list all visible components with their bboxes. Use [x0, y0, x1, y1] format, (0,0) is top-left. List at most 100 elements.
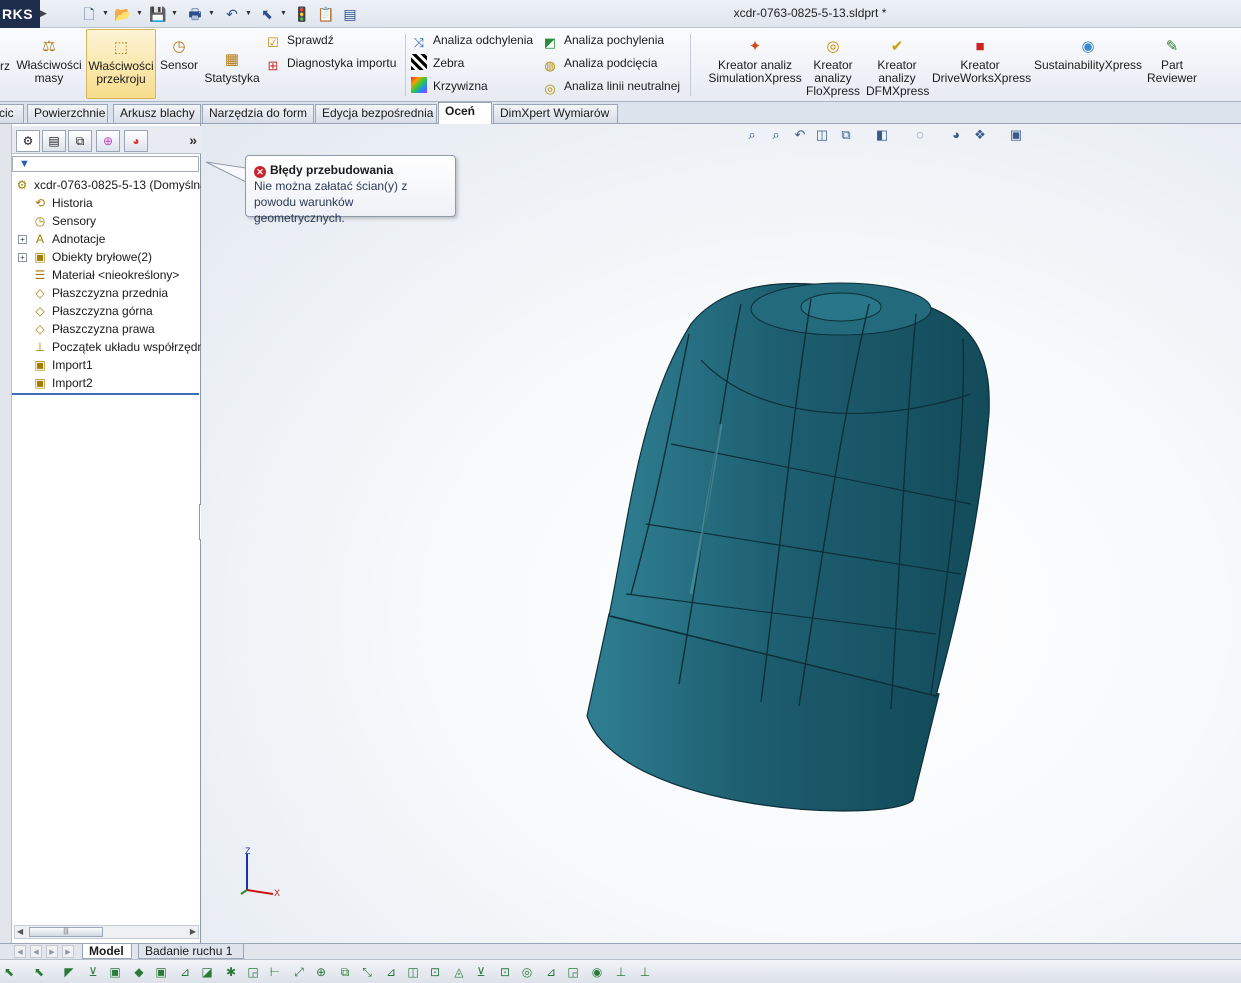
- bottom-tool-icon[interactable]: ◬: [450, 963, 468, 981]
- bottom-tool-icon[interactable]: ⤡: [358, 963, 376, 981]
- graphics-area[interactable]: ⌕ ⌕ ↶ ◫ ⧉ ◧ ◌ ◕ ❖ ▣ Z X: [201, 124, 1241, 943]
- scroll-right-icon[interactable]: ▶: [190, 926, 196, 938]
- tree-filter-field[interactable]: ▼: [12, 156, 199, 172]
- panel-more-icon[interactable]: »: [189, 132, 197, 148]
- bottom-tool-icon[interactable]: ▣: [152, 963, 170, 981]
- tab-3[interactable]: Narzędzia do form: [202, 104, 314, 123]
- bottom-tool-icon[interactable]: ◤: [60, 963, 78, 981]
- tab-0[interactable]: cic: [0, 104, 24, 123]
- tree-item-top-plane[interactable]: ◇ Płaszczyzna górna: [12, 302, 201, 320]
- bottom-tool-icon[interactable]: ⤢: [290, 963, 308, 981]
- dropdown-arrow-icon[interactable]: ▼: [245, 4, 253, 24]
- undo-button[interactable]: ↶: [221, 4, 243, 24]
- tree-item-right-plane[interactable]: ◇ Płaszczyzna prawa: [12, 320, 201, 338]
- dropdown-arrow-icon[interactable]: ▼: [280, 4, 288, 24]
- tree-item-solid-bodies[interactable]: + ▣ Obiekty bryłowe(2): [12, 248, 201, 266]
- tree-item-annotations[interactable]: + A Adnotacje: [12, 230, 201, 248]
- sensor-button[interactable]: ◷ Sensor: [158, 29, 200, 99]
- bottom-tool-icon[interactable]: ⊿: [542, 963, 560, 981]
- bottom-tool-icon[interactable]: ◉: [588, 963, 606, 981]
- configurationmanager-tab[interactable]: ⧉: [68, 130, 92, 152]
- propertymanager-tab[interactable]: ▤: [42, 130, 66, 152]
- file-props-button[interactable]: 📋: [315, 4, 337, 24]
- display-manager-tab[interactable]: ◕: [124, 130, 148, 152]
- bottom-tool-icon[interactable]: ◲: [564, 963, 582, 981]
- tab-5[interactable]: Oceń: [438, 102, 492, 125]
- dfmxpress-button[interactable]: ✔ Kreator analizy DFMXpress: [866, 29, 929, 99]
- scroll-thumb[interactable]: |||: [29, 927, 103, 937]
- draft-analysis-button[interactable]: ◩ Analiza pochylenia: [542, 30, 664, 50]
- tab-1[interactable]: Powierzchnie: [27, 104, 108, 123]
- solidworks-logo[interactable]: RKS: [0, 0, 40, 28]
- bottom-tool-icon[interactable]: ⊡: [426, 963, 444, 981]
- section-properties-button[interactable]: ⬚ Właściwości przekroju: [86, 29, 156, 99]
- options-button[interactable]: ▤: [339, 4, 361, 24]
- bottom-tool-icon[interactable]: ◫: [404, 963, 422, 981]
- bottom-tool-icon[interactable]: ⊥: [636, 963, 654, 981]
- tree-item-material[interactable]: ☰ Materiał <nieokreślony>: [12, 266, 201, 284]
- bottom-tool-icon[interactable]: ⬉: [0, 963, 18, 981]
- dropdown-arrow-icon[interactable]: ▼: [171, 4, 179, 24]
- bottom-tool-icon[interactable]: ⊻: [472, 963, 490, 981]
- tree-item-import1[interactable]: ▣ Import1: [12, 356, 201, 374]
- import-diagnostics-button[interactable]: ⊞ Diagnostyka importu: [265, 53, 397, 73]
- bottom-tool-icon[interactable]: ⊻: [84, 963, 102, 981]
- menu-arrow-icon[interactable]: ▶: [40, 4, 48, 22]
- bottom-tab-1[interactable]: Badanie ruchu 1: [138, 944, 244, 959]
- featuremanager-tab[interactable]: ⚙: [16, 130, 40, 152]
- bottom-tool-icon[interactable]: ⧉: [336, 963, 354, 981]
- mass-properties-button[interactable]: ⚖ Właściwości masy: [14, 29, 84, 99]
- open-button[interactable]: 📂: [112, 4, 134, 24]
- bottom-tool-icon[interactable]: ⊥: [612, 963, 630, 981]
- dropdown-arrow-icon[interactable]: ▼: [136, 4, 144, 24]
- curvature-button[interactable]: Krzywizna: [411, 76, 488, 96]
- print-button[interactable]: 🖶: [184, 4, 206, 24]
- check-button[interactable]: ☑ Sprawdź: [265, 30, 334, 50]
- bottom-tool-icon[interactable]: ⊕: [312, 963, 330, 981]
- bottom-tab-0[interactable]: Model: [82, 944, 132, 959]
- tree-item-sensors[interactable]: ◷ Sensory: [12, 212, 201, 230]
- zebra-button[interactable]: Zebra: [411, 53, 464, 73]
- expand-icon[interactable]: +: [18, 253, 27, 262]
- tree-item-front-plane[interactable]: ◇ Płaszczyzna przednia: [12, 284, 201, 302]
- bottom-tool-icon[interactable]: ⊡: [496, 963, 514, 981]
- next-tab-icon[interactable]: ▶: [46, 945, 58, 958]
- bottom-tool-icon[interactable]: ◪: [198, 963, 216, 981]
- new-doc-button[interactable]: 🗋: [78, 4, 100, 24]
- dropdown-arrow-icon[interactable]: ▼: [102, 4, 110, 24]
- last-tab-icon[interactable]: ▶: [62, 945, 74, 958]
- panel-horizontal-scrollbar[interactable]: ◀ ||| ▶: [14, 925, 199, 939]
- tab-6[interactable]: DimXpert Wymiarów: [493, 104, 618, 123]
- bottom-tool-icon[interactable]: ◎: [518, 963, 536, 981]
- prev-tab-icon[interactable]: ◀: [30, 945, 42, 958]
- floxpress-button[interactable]: ◎ Kreator analizy FloXpress: [806, 29, 860, 99]
- bottom-tool-icon[interactable]: ◆: [130, 963, 148, 981]
- tree-item-import2[interactable]: ▣ Import2: [12, 374, 201, 392]
- simulationxpress-button[interactable]: ✦ Kreator analiz SimulationXpress: [706, 29, 804, 99]
- tree-rollback-bar[interactable]: [12, 393, 199, 395]
- driveworksxpress-button[interactable]: ■ Kreator DriveWorksXpress: [932, 29, 1031, 99]
- undercut-analysis-button[interactable]: ◍ Analiza podcięcia: [542, 53, 657, 73]
- bottom-tool-icon[interactable]: ⊿: [176, 963, 194, 981]
- save-button[interactable]: 💾: [147, 4, 169, 24]
- dropdown-arrow-icon[interactable]: ▼: [208, 4, 216, 24]
- part-reviewer-button[interactable]: ✎ Part Reviewer: [1144, 29, 1200, 99]
- bottom-tool-icon[interactable]: ✱: [222, 963, 240, 981]
- scroll-left-icon[interactable]: ◀: [17, 926, 23, 938]
- select-button[interactable]: ⬉: [256, 4, 278, 24]
- tree-item-part[interactable]: ⚙ xcdr-0763-0825-5-13 (Domyślna<<Domyślny…: [12, 176, 201, 194]
- tab-4[interactable]: Edycja bezpośrednia: [315, 104, 437, 123]
- deviation-analysis-button[interactable]: ⤨ Analiza odchylenia: [411, 30, 533, 50]
- bottom-tool-icon[interactable]: ▣: [106, 963, 124, 981]
- bottom-tool-icon[interactable]: ⬉: [30, 963, 48, 981]
- tree-item-origin[interactable]: ⊥ Początek układu współrzędnych: [12, 338, 201, 356]
- sustainabilityxpress-button[interactable]: ◉ SustainabilityXpress: [1034, 29, 1142, 99]
- rebuild-button[interactable]: 🚦: [291, 4, 313, 24]
- ribbon-cut-button[interactable]: rz: [0, 56, 10, 76]
- tree-item-history[interactable]: ⟲ Historia: [12, 194, 201, 212]
- dimxpert-tab[interactable]: ⊕: [96, 130, 120, 152]
- parting-line-analysis-button[interactable]: ◎ Analiza linii neutralnej: [542, 76, 680, 96]
- bottom-tool-icon[interactable]: ◲: [244, 963, 262, 981]
- expand-icon[interactable]: +: [18, 235, 27, 244]
- tab-2[interactable]: Arkusz blachy: [113, 104, 201, 123]
